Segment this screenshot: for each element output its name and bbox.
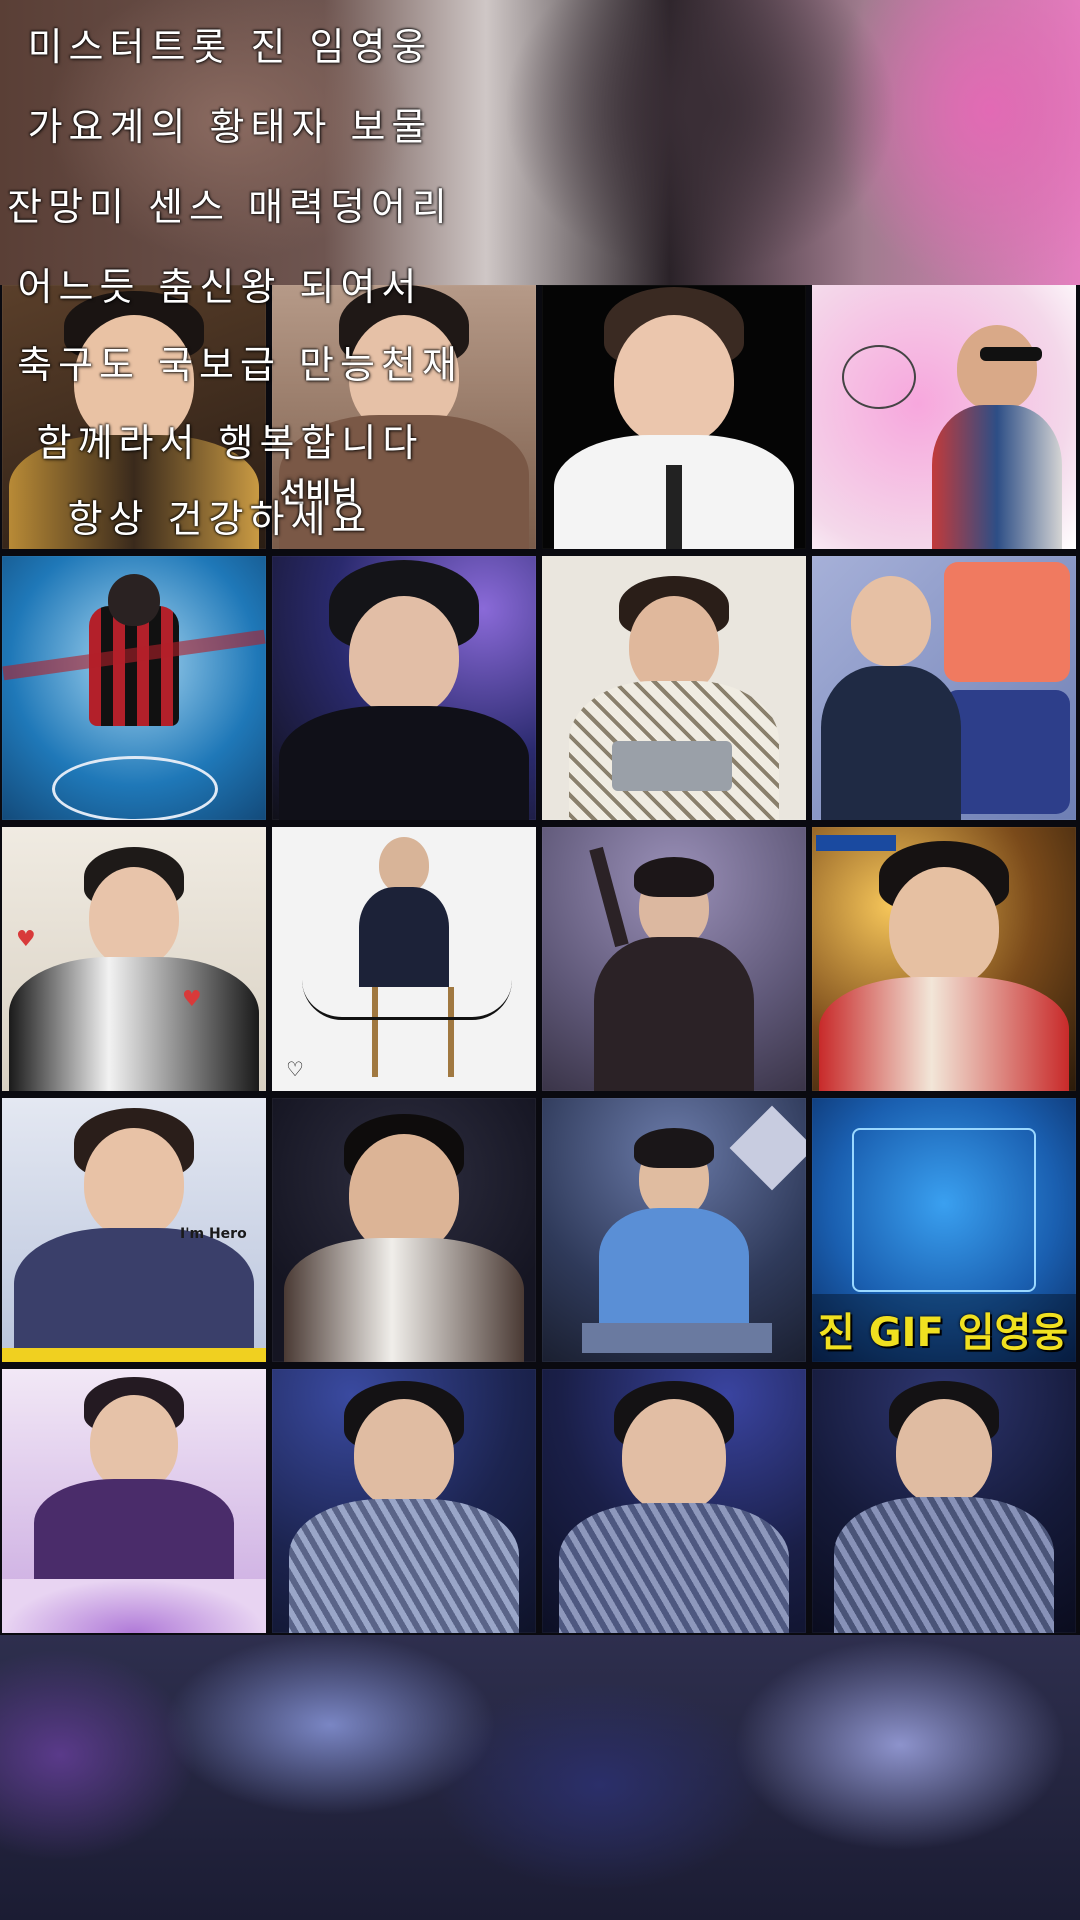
photo-tile[interactable]: 진 GIF 임영웅 bbox=[812, 1098, 1076, 1362]
heart-prop bbox=[729, 1105, 806, 1191]
stage-frame bbox=[852, 1128, 1036, 1292]
suit-shape bbox=[594, 937, 754, 1091]
photo-tile[interactable] bbox=[812, 556, 1076, 820]
photo-tile[interactable] bbox=[542, 1369, 806, 1633]
costume-shape bbox=[819, 977, 1069, 1091]
photo-tile[interactable] bbox=[542, 285, 806, 549]
face-shape bbox=[956, 325, 1037, 411]
trophies-shape bbox=[612, 741, 732, 791]
face-shape bbox=[74, 315, 194, 445]
photo-tile[interactable]: I'm Hero bbox=[2, 1098, 266, 1362]
photo-tile[interactable]: 선비님 bbox=[272, 285, 536, 549]
photo-tile[interactable]: ♥ ♥ bbox=[2, 827, 266, 1091]
face-shape bbox=[614, 315, 734, 445]
head-shape bbox=[108, 574, 160, 626]
face-shape bbox=[622, 1399, 726, 1513]
sunglasses-shape bbox=[980, 347, 1042, 361]
photo-tile[interactable]: ♡ bbox=[272, 827, 536, 1091]
face-shape bbox=[349, 596, 459, 716]
photo-tile[interactable] bbox=[272, 1098, 536, 1362]
face-shape bbox=[90, 1395, 178, 1491]
face-shape bbox=[851, 576, 932, 666]
inset-photo bbox=[944, 562, 1070, 682]
photo-tile[interactable] bbox=[272, 1369, 536, 1633]
photo-tile[interactable] bbox=[272, 556, 536, 820]
suit-shape bbox=[34, 1479, 234, 1589]
photo-tile[interactable] bbox=[542, 556, 806, 820]
inset-photo bbox=[944, 690, 1070, 814]
blurred-footer-background bbox=[0, 1635, 1080, 1920]
club-emblem bbox=[52, 756, 218, 820]
heart-doodle: ♡ bbox=[286, 1057, 304, 1081]
heart-sticker: ♥ bbox=[182, 987, 202, 1012]
photo-collage-grid: 선비님 ♥ ♥ ♡ I'm Hero 진 GIF 임영웅 bbox=[0, 285, 1080, 1635]
tile-caption: 진 GIF 임영웅 bbox=[818, 1310, 1069, 1356]
face-shape bbox=[354, 1399, 454, 1509]
face-shape bbox=[896, 1399, 992, 1505]
photo-tile[interactable] bbox=[812, 827, 1076, 1091]
tile-caption: 선비님 bbox=[280, 476, 358, 509]
face-shape bbox=[889, 867, 999, 987]
suit-shape bbox=[284, 1238, 524, 1362]
face-shape bbox=[379, 837, 429, 893]
photo-tile[interactable] bbox=[542, 827, 806, 1091]
face-shape bbox=[84, 1128, 184, 1238]
face-shape bbox=[89, 867, 179, 967]
denim-jacket-shape bbox=[599, 1208, 749, 1328]
blurred-header-background bbox=[0, 0, 1080, 285]
hair-shape bbox=[634, 857, 714, 897]
photo-tile[interactable] bbox=[542, 1098, 806, 1362]
coat-shape bbox=[9, 957, 259, 1091]
costume-shape bbox=[9, 435, 259, 549]
heart-sticker: ♥ bbox=[16, 927, 36, 952]
raised-arm bbox=[589, 846, 629, 948]
photo-tile[interactable] bbox=[812, 285, 1076, 549]
yellow-stripe bbox=[2, 1348, 266, 1362]
jacket-shape bbox=[931, 405, 1062, 549]
broadcast-label bbox=[816, 835, 896, 851]
photo-tile[interactable] bbox=[812, 1369, 1076, 1633]
photo-tile[interactable] bbox=[2, 1369, 266, 1633]
ring-doodle bbox=[842, 345, 916, 409]
signature-scribble bbox=[302, 977, 512, 1020]
flower-bed bbox=[2, 1579, 266, 1633]
photo-tile[interactable] bbox=[2, 556, 266, 820]
face-shape bbox=[349, 1134, 459, 1254]
photo-tile[interactable] bbox=[2, 285, 266, 549]
tie-shape bbox=[666, 465, 682, 549]
suit-shape bbox=[821, 666, 962, 820]
tile-caption: I'm Hero bbox=[180, 1226, 247, 1242]
outfit-shape bbox=[359, 887, 449, 987]
sparkle-jacket-shape bbox=[559, 1503, 789, 1633]
sparkle-jacket-shape bbox=[834, 1497, 1054, 1633]
jacket-shape bbox=[279, 706, 529, 820]
jeans-shape bbox=[582, 1323, 772, 1353]
hair-shape bbox=[634, 1128, 714, 1168]
blazer-shape bbox=[14, 1228, 254, 1362]
sparkle-jacket-shape bbox=[289, 1499, 519, 1633]
